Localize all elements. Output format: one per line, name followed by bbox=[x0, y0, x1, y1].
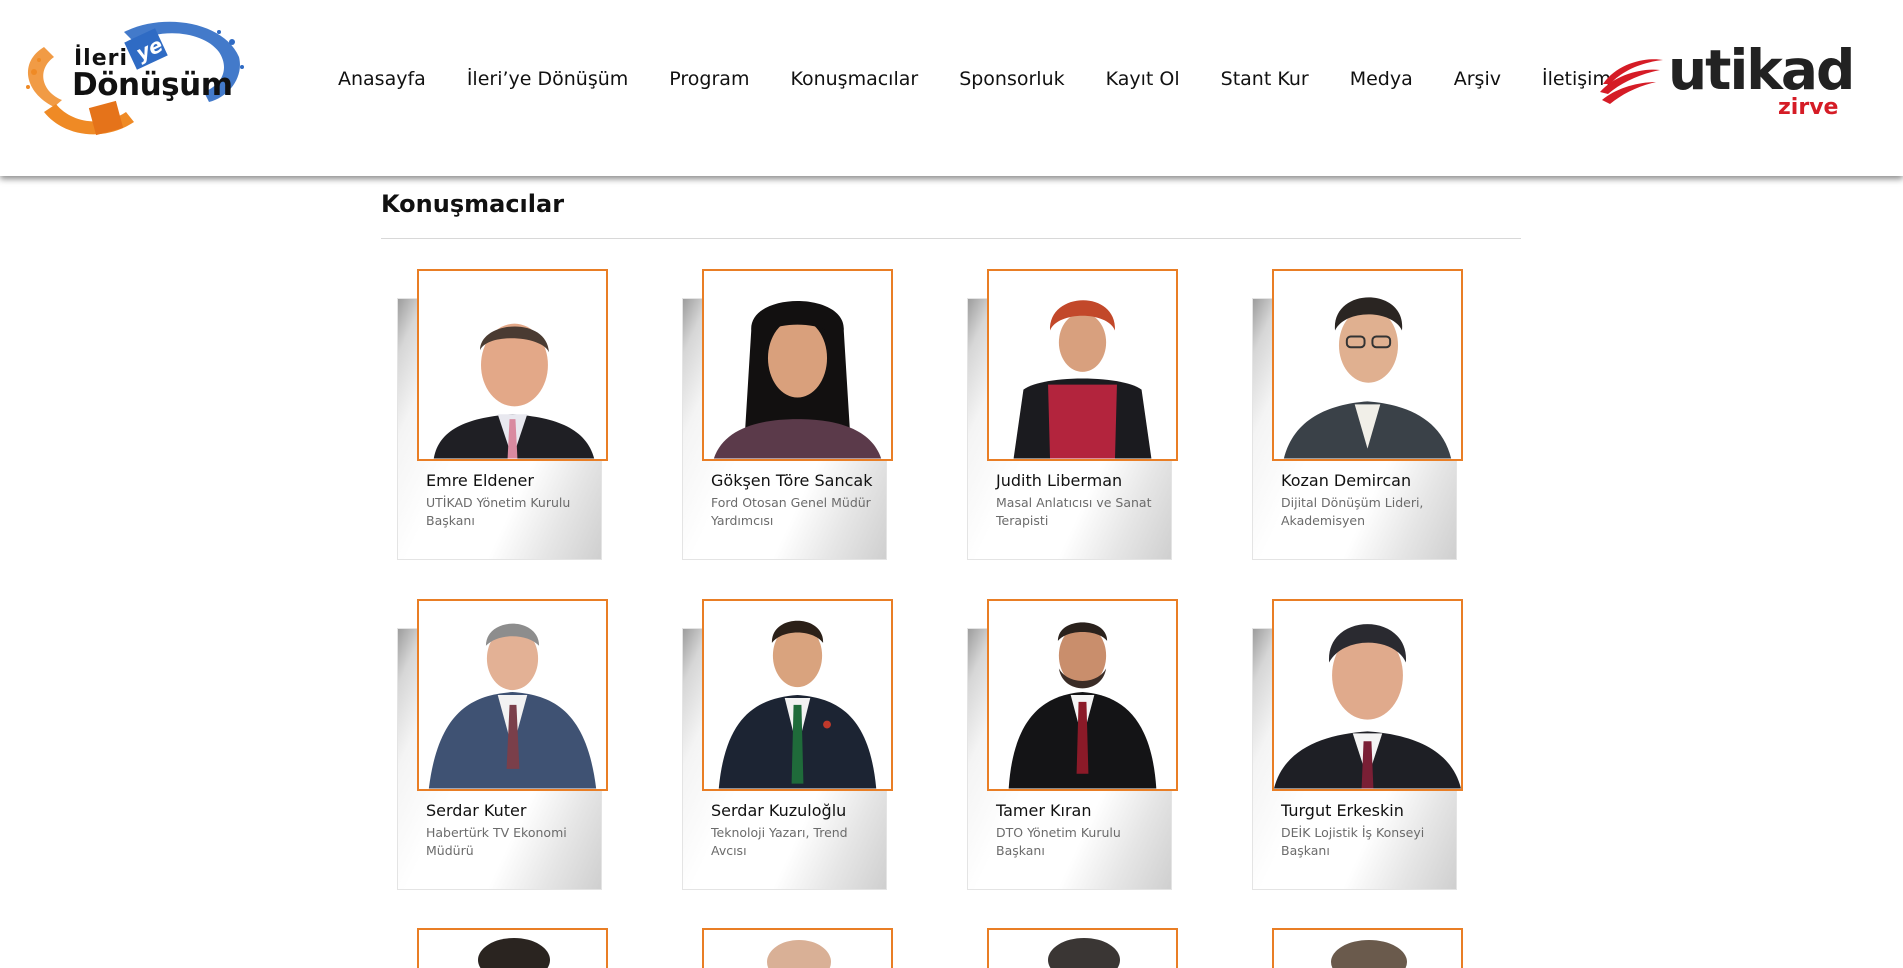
speaker-role: Dijital Dönüşüm Lideri, Akademisyen bbox=[1281, 495, 1424, 528]
nav-item-konusmacilar[interactable]: Konuşmacılar bbox=[790, 68, 918, 90]
speaker-card[interactable]: Serdar Kuter Habertürk TV Ekonomi Müdürü bbox=[397, 598, 608, 890]
speaker-role: UTİKAD Yönetim Kurulu Başkanı bbox=[426, 495, 571, 528]
ileriye-donusum-logo[interactable]: İleri ye Dönüşüm bbox=[14, 12, 246, 152]
page-title: Konuşmacılar bbox=[381, 190, 565, 218]
nav-item-sponsorluk[interactable]: Sponsorluk bbox=[959, 68, 1064, 90]
nav-item-stant-kur[interactable]: Stant Kur bbox=[1221, 68, 1309, 90]
speaker-photo bbox=[417, 599, 608, 791]
speaker-card[interactable]: Serdar Kuzuloğlu Teknoloji Yazarı, Trend… bbox=[682, 598, 893, 890]
zirve-logo-text: zirve bbox=[1778, 95, 1839, 120]
speaker-card[interactable]: Tamer Kıran DTO Yönetim Kurulu Başkanı bbox=[967, 598, 1178, 890]
speaker-name: Kozan Demircan bbox=[1281, 471, 1412, 490]
site-header: İleri ye Dönüşüm Anasayfa İleri’ye Dönüş… bbox=[0, 0, 1903, 176]
speaker-card[interactable]: Gökşen Töre Sancak Ford Otosan Genel Müd… bbox=[682, 268, 893, 560]
speaker-photo-partial[interactable] bbox=[987, 928, 1178, 968]
speaker-photo bbox=[702, 599, 893, 791]
speaker-role: Masal Anlatıcısı ve Sanat Terapisti bbox=[996, 495, 1152, 528]
speaker-role: DTO Yönetim Kurulu Başkanı bbox=[996, 825, 1121, 858]
speaker-photo-partial[interactable] bbox=[1272, 928, 1463, 968]
utikad-swoosh-icon bbox=[1600, 59, 1663, 104]
speaker-role: Ford Otosan Genel Müdür Yardımcısı bbox=[711, 495, 871, 528]
speaker-name: Gökşen Töre Sancak bbox=[711, 471, 873, 490]
speaker-name: Judith Liberman bbox=[996, 471, 1123, 490]
speaker-photo bbox=[702, 269, 893, 461]
utikad-zirve-logo[interactable]: utikad zirve bbox=[1598, 38, 1855, 128]
speaker-name: Turgut Erkeskin bbox=[1281, 801, 1404, 820]
utikad-logo-text: utikad bbox=[1668, 38, 1855, 102]
speaker-photo bbox=[987, 599, 1178, 791]
speaker-photo bbox=[1272, 269, 1463, 461]
speaker-photo bbox=[1272, 599, 1463, 791]
nav-item-anasayfa[interactable]: Anasayfa bbox=[338, 68, 426, 90]
speaker-name: Emre Eldener bbox=[426, 471, 534, 490]
speaker-photo bbox=[987, 269, 1178, 461]
speaker-card[interactable]: Turgut Erkeskin DEİK Lojistik İş Konseyi… bbox=[1252, 598, 1463, 890]
nav-item-medya[interactable]: Medya bbox=[1350, 68, 1413, 90]
speaker-card[interactable]: Kozan Demircan Dijital Dönüşüm Lideri, A… bbox=[1252, 268, 1463, 560]
speaker-photo-partial[interactable] bbox=[417, 928, 608, 968]
speaker-name: Serdar Kuter bbox=[426, 801, 527, 820]
speaker-name: Tamer Kıran bbox=[996, 801, 1092, 820]
title-divider bbox=[381, 238, 1521, 239]
speaker-role: Habertürk TV Ekonomi Müdürü bbox=[426, 825, 567, 858]
speaker-card[interactable]: Emre Eldener UTİKAD Yönetim Kurulu Başka… bbox=[397, 268, 608, 560]
nav-item-kayit-ol[interactable]: Kayıt Ol bbox=[1106, 68, 1180, 90]
speaker-role: DEİK Lojistik İş Konseyi Başkanı bbox=[1281, 825, 1425, 858]
nav-item-arsiv[interactable]: Arşiv bbox=[1454, 68, 1501, 90]
speaker-role: Teknoloji Yazarı, Trend Avcısı bbox=[711, 825, 848, 858]
speaker-photo bbox=[417, 269, 608, 461]
nav-item-ileriye-donusum[interactable]: İleri’ye Dönüşüm bbox=[467, 68, 628, 90]
nav-item-program[interactable]: Program bbox=[669, 68, 749, 90]
main-nav: Anasayfa İleri’ye Dönüşüm Program Konuşm… bbox=[338, 68, 1652, 90]
speaker-card[interactable]: Judith Liberman Masal Anlatıcısı ve Sana… bbox=[967, 268, 1178, 560]
speaker-photo-partial[interactable] bbox=[702, 928, 893, 968]
logo-text-donusum: Dönüşüm bbox=[72, 67, 233, 103]
speaker-name: Serdar Kuzuloğlu bbox=[711, 801, 847, 820]
